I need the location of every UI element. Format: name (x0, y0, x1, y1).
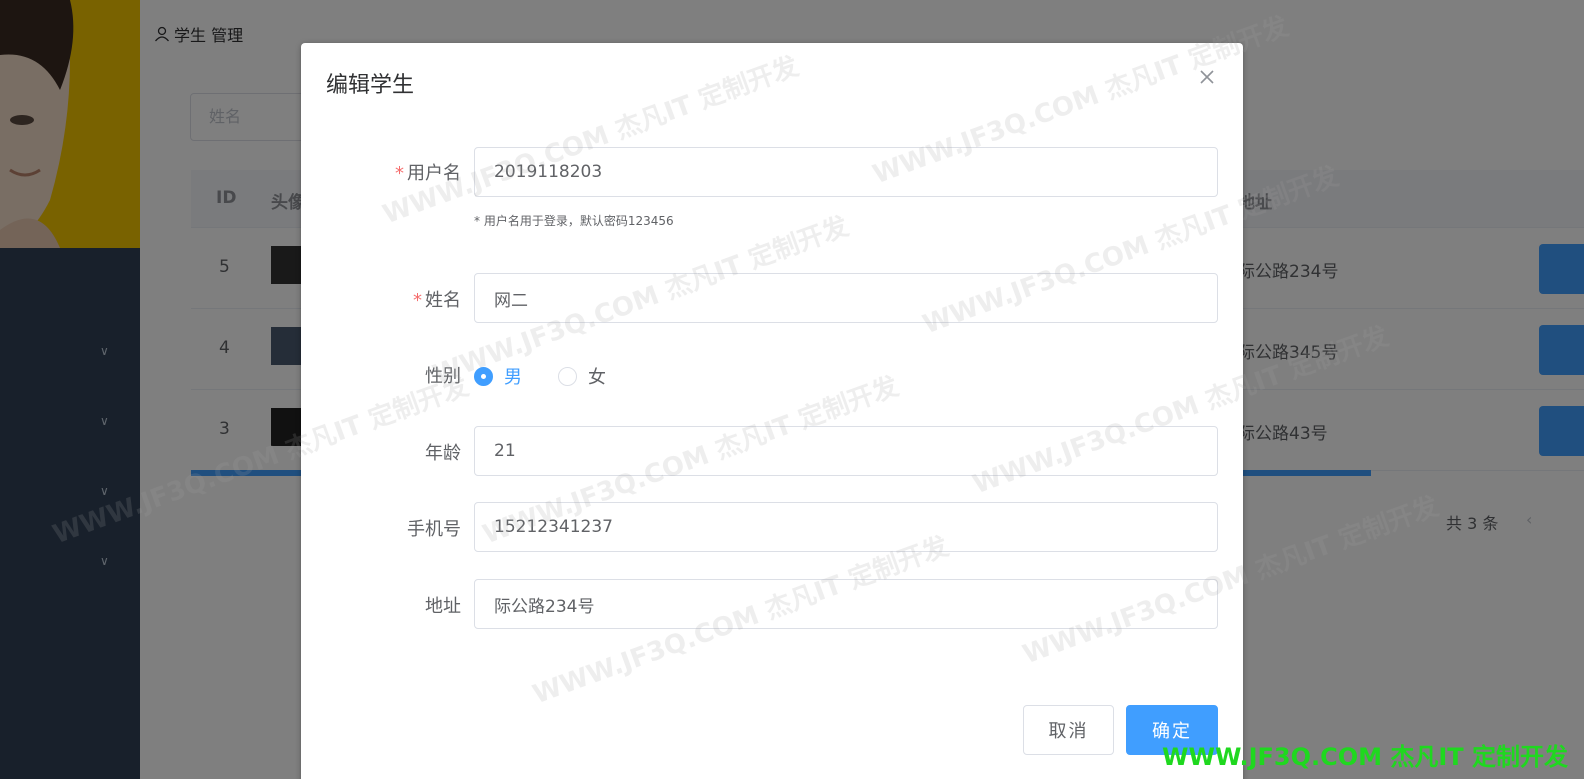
address-input[interactable] (474, 579, 1218, 629)
phone-label: 手机号 (407, 519, 461, 540)
name-input[interactable] (474, 273, 1218, 323)
gender-radio-male[interactable]: 男 (474, 363, 522, 389)
radio-unchecked-icon (558, 366, 577, 386)
required-mark: * (413, 290, 422, 311)
age-label: 年龄 (425, 443, 461, 464)
close-icon[interactable] (1197, 67, 1217, 87)
username-label-text: 用户名 (407, 163, 461, 184)
age-input[interactable] (474, 426, 1218, 476)
gender-radio-female[interactable]: 女 (558, 363, 606, 389)
gender-label: 性别 (425, 366, 461, 387)
username-label: * 用户名 (301, 159, 461, 185)
username-input[interactable] (474, 147, 1218, 197)
gender-option-label: 女 (588, 367, 606, 388)
edit-student-dialog: 编辑学生 *用户名 * 用户名用于登录，默认密码123456 *姓名 性别 男 … (301, 43, 1243, 779)
gender-option-label: 男 (504, 367, 522, 388)
radio-checked-icon (474, 366, 493, 386)
name-label-text: 姓名 (425, 290, 461, 311)
watermark-corner: WWW.JF3Q.COM 杰凡IT 定制开发 (1162, 743, 1569, 771)
address-label: 地址 (425, 596, 461, 617)
name-label: * 姓名 (301, 286, 461, 312)
dialog-title: 编辑学生 (326, 73, 415, 98)
cancel-button[interactable]: 取消 (1023, 705, 1114, 755)
username-hint: * 用户名用于登录，默认密码123456 (474, 214, 674, 228)
required-mark: * (395, 163, 404, 184)
phone-input[interactable] (474, 502, 1218, 552)
